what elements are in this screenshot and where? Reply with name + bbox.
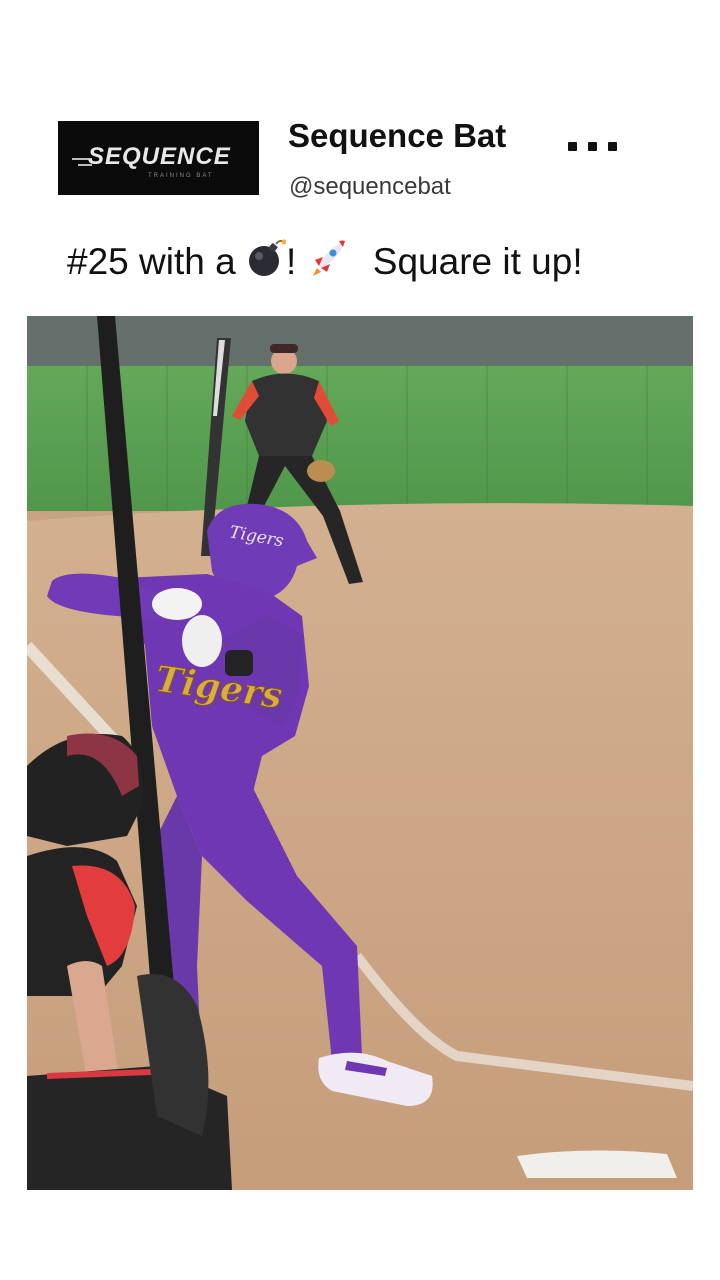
- logo-tagline: TRAINING BAT: [148, 173, 214, 179]
- caption-text-start: #25 with a: [67, 241, 246, 282]
- more-horizontal-icon: [568, 142, 577, 151]
- caption-text-end: Square it up!: [372, 241, 583, 282]
- rocket-emoji: [307, 238, 349, 287]
- account-name[interactable]: Sequence Bat: [288, 117, 506, 155]
- video-player[interactable]: Tigers Tigers: [27, 316, 693, 1190]
- post-screen: SEQUENCE TRAINING BAT Sequence Bat @sequ…: [0, 0, 720, 1280]
- more-dot: [608, 142, 617, 151]
- video-frame: Tigers Tigers: [27, 316, 693, 1190]
- more-options-button[interactable]: [563, 136, 623, 158]
- logo-wordmark: SEQUENCE: [88, 143, 231, 170]
- bomb-emoji: [246, 238, 287, 287]
- account-handle[interactable]: @sequencebat: [289, 173, 451, 201]
- profile-logo[interactable]: SEQUENCE TRAINING BAT: [58, 121, 259, 195]
- more-dot: [588, 142, 597, 151]
- post-caption: #25 with a ! Square it up!: [67, 238, 583, 287]
- caption-exclaim: !: [285, 241, 297, 282]
